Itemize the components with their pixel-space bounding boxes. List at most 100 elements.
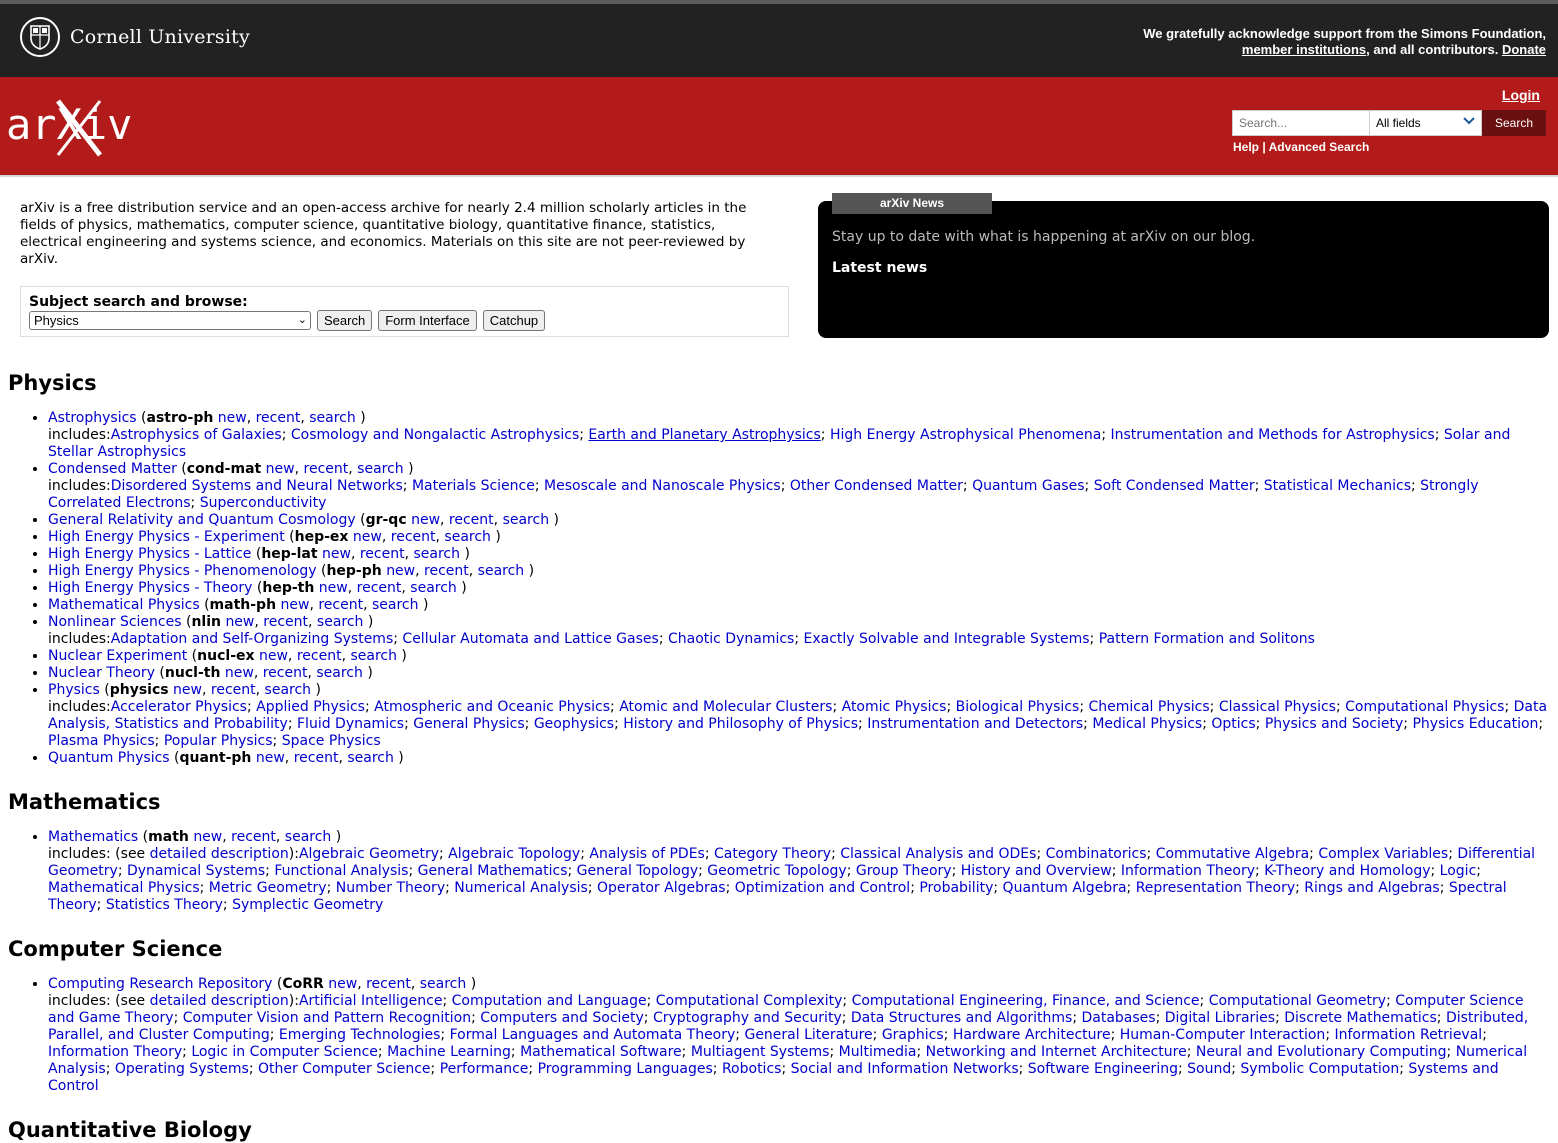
archive-name-link[interactable]: Quantum Physics [48,750,170,766]
new-link[interactable]: new [411,512,440,528]
category-link[interactable]: Computation and Language [452,993,647,1009]
search-link[interactable]: search [309,410,356,426]
recent-link[interactable]: recent [297,648,342,664]
recent-link[interactable]: recent [263,614,308,630]
category-link[interactable]: Statistical Mechanics [1264,478,1411,494]
new-link[interactable]: new [319,580,348,596]
category-link[interactable]: Information Theory [1121,863,1255,879]
archive-name-link[interactable]: Mathematical Physics [48,597,200,613]
category-link[interactable]: Quantum Gases [972,478,1084,494]
new-link[interactable]: new [259,648,288,664]
category-link[interactable]: History and Overview [961,863,1112,879]
category-link[interactable]: Other Computer Science [258,1061,431,1077]
category-link[interactable]: Computational Geometry [1209,993,1386,1009]
category-link[interactable]: Classical Analysis and ODEs [840,846,1036,862]
search-link[interactable]: search [265,682,312,698]
search-button[interactable]: Search [1482,110,1546,136]
category-link[interactable]: Mathematical Software [520,1044,682,1060]
category-link[interactable]: Biological Physics [956,699,1080,715]
category-link[interactable]: Programming Languages [538,1061,713,1077]
recent-link[interactable]: recent [294,750,339,766]
recent-link[interactable]: recent [360,546,405,562]
category-link[interactable]: Cryptography and Security [653,1010,842,1026]
new-link[interactable]: new [173,682,202,698]
category-link[interactable]: Logic in Computer Science [191,1044,378,1060]
category-link[interactable]: Software Engineering [1028,1061,1178,1077]
advanced-search-link[interactable]: Advanced Search [1269,140,1370,154]
recent-link[interactable]: recent [366,976,411,992]
category-link[interactable]: Exactly Solvable and Integrable Systems [804,631,1090,647]
category-link[interactable]: Atomic Physics [842,699,947,715]
search-link[interactable]: search [350,648,397,664]
new-link[interactable]: new [353,529,382,545]
category-link[interactable]: Algebraic Topology [448,846,580,862]
category-link[interactable]: General Physics [413,716,524,732]
category-link[interactable]: Operator Algebras [597,880,726,896]
category-link[interactable]: Graphics [882,1027,944,1043]
category-link[interactable]: Optics [1211,716,1255,732]
category-link[interactable]: Statistics Theory [106,897,223,913]
subject-search-button[interactable]: Search [317,310,373,331]
category-link[interactable]: Fluid Dynamics [297,716,404,732]
search-link[interactable]: search [413,546,460,562]
search-input[interactable] [1232,110,1370,136]
arxiv-logo[interactable]: arXiv [6,95,146,163]
archive-name-link[interactable]: High Energy Physics - Theory [48,580,252,596]
category-link[interactable]: Data Structures and Algorithms [851,1010,1072,1026]
category-link[interactable]: Multimedia [839,1044,917,1060]
category-link[interactable]: Hardware Architecture [953,1027,1111,1043]
new-link[interactable]: new [322,546,351,562]
category-link[interactable]: Databases [1081,1010,1155,1026]
category-link[interactable]: Multiagent Systems [691,1044,830,1060]
category-link[interactable]: Performance [440,1061,529,1077]
search-link[interactable]: search [444,529,491,545]
archive-name-link[interactable]: High Energy Physics - Experiment [48,529,285,545]
category-link[interactable]: Mesoscale and Nanoscale Physics [544,478,781,494]
category-link[interactable]: Computers and Society [480,1010,644,1026]
category-link[interactable]: Robotics [722,1061,782,1077]
category-link[interactable]: Physics and Society [1265,716,1403,732]
category-link[interactable]: History and Philosophy of Physics [623,716,858,732]
category-link[interactable]: Human-Computer Interaction [1120,1027,1326,1043]
donate-link[interactable]: Donate [1502,42,1546,57]
category-link[interactable]: Complex Variables [1318,846,1448,862]
news-stay-text[interactable]: Stay up to date with what is happening a… [832,229,1255,245]
category-link[interactable]: Chemical Physics [1088,699,1209,715]
category-link[interactable]: Functional Analysis [274,863,408,879]
category-link[interactable]: Accelerator Physics [111,699,247,715]
category-link[interactable]: Atmospheric and Oceanic Physics [374,699,610,715]
archive-name-link[interactable]: Physics [48,682,100,698]
recent-link[interactable]: recent [304,461,349,477]
new-link[interactable]: new [328,976,357,992]
category-link[interactable]: Information Theory [48,1044,182,1060]
category-link[interactable]: Plasma Physics [48,733,155,749]
recent-link[interactable]: recent [256,410,301,426]
archive-name-link[interactable]: General Relativity and Quantum Cosmology [48,512,356,528]
new-link[interactable]: new [266,461,295,477]
recent-link[interactable]: recent [357,580,402,596]
archive-name-link[interactable]: Nuclear Experiment [48,648,187,664]
new-link[interactable]: new [256,750,285,766]
archive-name-link[interactable]: Mathematics [48,829,138,845]
category-link[interactable]: Group Theory [856,863,952,879]
search-link[interactable]: search [372,597,419,613]
help-link[interactable]: Help [1233,140,1259,154]
archive-name-link[interactable]: Condensed Matter [48,461,177,477]
category-link[interactable]: Chaotic Dynamics [668,631,794,647]
category-link[interactable]: Cellular Automata and Lattice Gases [402,631,658,647]
category-link[interactable]: Dynamical Systems [127,863,265,879]
archive-name-link[interactable]: Nuclear Theory [48,665,155,681]
category-link[interactable]: High Energy Astrophysical Phenomena [830,427,1101,443]
category-link[interactable]: Materials Science [412,478,535,494]
category-link[interactable]: General Mathematics [418,863,568,879]
new-link[interactable]: new [218,410,247,426]
category-link[interactable]: Digital Libraries [1165,1010,1275,1026]
category-link[interactable]: Instrumentation and Detectors [867,716,1083,732]
category-link[interactable]: Discrete Mathematics [1284,1010,1437,1026]
category-link[interactable]: Combinatorics [1046,846,1147,862]
new-link[interactable]: new [386,563,415,579]
category-link[interactable]: Probability [919,880,993,896]
recent-link[interactable]: recent [449,512,494,528]
member-institutions-link[interactable]: member institutions [1242,42,1366,57]
archive-name-link[interactable]: Nonlinear Sciences [48,614,182,630]
